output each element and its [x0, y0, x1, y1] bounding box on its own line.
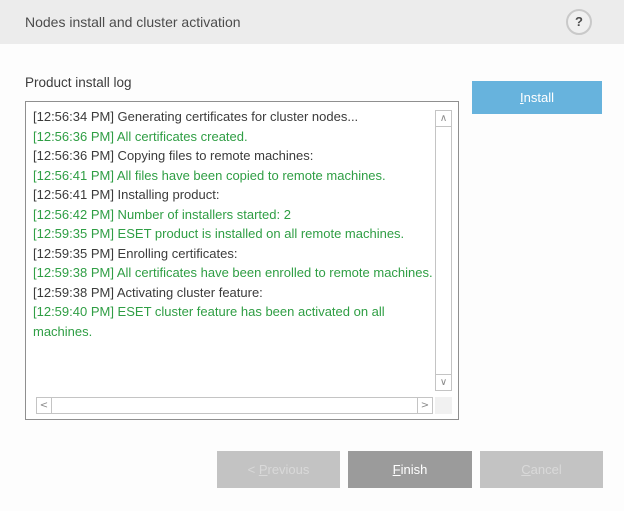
product-install-log-label: Product install log — [25, 75, 132, 90]
cancel-button[interactable]: Cancel — [480, 451, 603, 488]
vertical-scrollbar[interactable]: ∧ ∨ — [435, 110, 452, 391]
scroll-up-button[interactable]: ∧ — [435, 110, 452, 127]
chevron-down-icon: ∨ — [440, 377, 447, 388]
product-install-log[interactable]: [12:56:34 PM] Generating certificates fo… — [25, 101, 459, 420]
dialog: Nodes install and cluster activation ? P… — [0, 0, 624, 511]
scrollbar-corner — [435, 397, 452, 414]
header: Nodes install and cluster activation ? — [0, 0, 624, 44]
finish-button-mnemonic: F — [393, 462, 401, 477]
log-entry: [12:59:35 PM] ESET product is installed … — [33, 224, 433, 244]
cancel-button-rest: ancel — [531, 462, 562, 477]
log-entry: [12:56:36 PM] Copying files to remote ma… — [33, 146, 433, 166]
page-title: Nodes install and cluster activation — [25, 0, 241, 44]
log-entry: [12:59:38 PM] Activating cluster feature… — [33, 283, 433, 303]
log-entry: [12:56:36 PM] All certificates created. — [33, 127, 433, 147]
vertical-scrollbar-thumb[interactable] — [435, 126, 452, 375]
log-entry: [12:59:35 PM] Enrolling certificates: — [33, 244, 433, 264]
log-entry: [12:56:42 PM] Number of installers start… — [33, 205, 433, 225]
horizontal-scrollbar-thumb[interactable] — [51, 397, 418, 414]
install-button-rest: nstall — [524, 90, 554, 105]
scroll-left-button[interactable]: < — [36, 397, 52, 414]
help-button[interactable]: ? — [566, 9, 592, 35]
horizontal-scrollbar[interactable]: < > — [36, 397, 433, 414]
log-content: [12:56:34 PM] Generating certificates fo… — [33, 107, 433, 341]
log-entry: [12:59:38 PM] All certificates have been… — [33, 263, 433, 283]
previous-button-prefix: < — [248, 462, 259, 477]
log-entry: [12:56:34 PM] Generating certificates fo… — [33, 107, 433, 127]
previous-button[interactable]: < Previous — [217, 451, 340, 488]
scroll-down-button[interactable]: ∨ — [435, 374, 452, 391]
cancel-button-mnemonic: C — [521, 462, 530, 477]
scroll-right-button[interactable]: > — [417, 397, 433, 414]
finish-button[interactable]: Finish — [348, 451, 472, 488]
install-button[interactable]: Install — [472, 81, 602, 114]
chevron-left-icon: < — [40, 400, 48, 411]
question-mark-icon: ? — [575, 14, 583, 29]
log-entry: [12:59:40 PM] ESET cluster feature has b… — [33, 302, 433, 341]
log-entry: [12:56:41 PM] Installing product: — [33, 185, 433, 205]
chevron-up-icon: ∧ — [440, 113, 447, 124]
previous-button-rest: revious — [267, 462, 309, 477]
finish-button-rest: inish — [401, 462, 428, 477]
log-entry: [12:56:41 PM] All files have been copied… — [33, 166, 433, 186]
chevron-right-icon: > — [421, 400, 429, 411]
